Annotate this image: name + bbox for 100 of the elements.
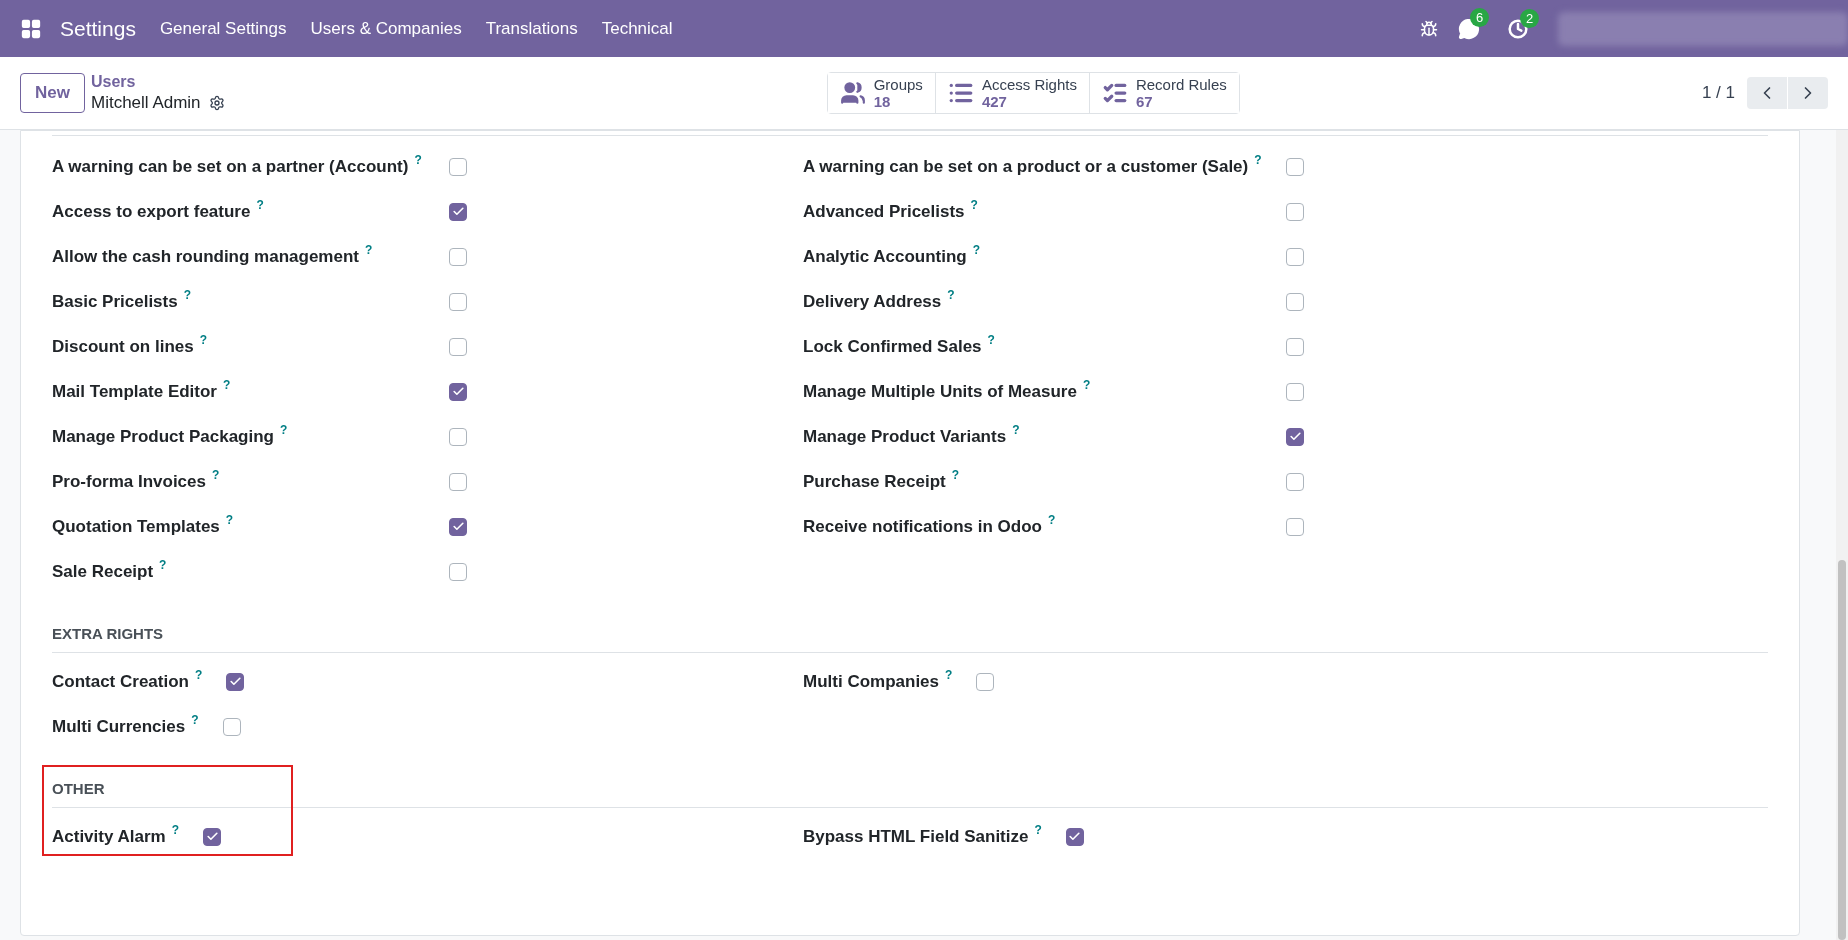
previous-button[interactable] — [1747, 77, 1787, 109]
checkbox[interactable] — [449, 157, 467, 176]
next-button[interactable] — [1788, 77, 1828, 109]
help-icon[interactable]: ? — [947, 288, 955, 301]
checkbox[interactable] — [1286, 157, 1304, 176]
bug-icon[interactable] — [1420, 19, 1438, 38]
field-label: Receive notifications in Odoo — [803, 515, 1042, 538]
help-icon[interactable]: ? — [1082, 378, 1091, 391]
help-icon[interactable]: ? — [987, 333, 995, 346]
checkbox[interactable] — [449, 562, 467, 581]
gear-icon[interactable] — [208, 95, 225, 111]
help-icon[interactable]: ? — [365, 243, 373, 256]
message-count-badge: 6 — [1470, 7, 1490, 27]
help-icon[interactable]: ? — [191, 713, 199, 726]
field-label: Advanced Pricelists — [803, 200, 965, 223]
field-label: Bypass HTML Field Sanitize — [803, 825, 1029, 848]
checkbox[interactable] — [976, 672, 995, 691]
help-icon[interactable]: ? — [223, 378, 231, 391]
help-icon[interactable]: ? — [970, 198, 978, 211]
checkbox[interactable] — [1286, 517, 1304, 536]
check-icon — [1288, 430, 1302, 443]
checkbox[interactable] — [449, 427, 467, 446]
field-label: Multi Currencies — [52, 715, 186, 738]
help-icon[interactable]: ? — [1034, 823, 1042, 836]
smart-button-label: Groups — [873, 76, 923, 93]
help-icon[interactable]: ? — [945, 668, 953, 681]
activity-count-badge: 2 — [1520, 8, 1540, 28]
checkbox[interactable] — [1286, 382, 1304, 401]
checkbox[interactable] — [203, 827, 222, 846]
field-label: Manage Multiple Units of Measure — [803, 380, 1077, 403]
checkbox[interactable] — [1286, 202, 1304, 221]
checkbox[interactable] — [449, 202, 467, 221]
help-icon[interactable]: ? — [951, 468, 960, 481]
users-icon — [839, 80, 866, 106]
checkbox[interactable] — [222, 717, 241, 736]
checkbox[interactable] — [1286, 247, 1304, 266]
check-icon — [228, 675, 242, 688]
field-label: Sale Receipt — [52, 560, 154, 583]
field-label: Access to export feature — [52, 200, 251, 223]
help-icon[interactable]: ? — [972, 243, 981, 256]
breadcrumb-link[interactable]: Users — [90, 72, 225, 92]
field-label: Mail Template Editor — [52, 380, 217, 403]
field-label: Manage Product Variants — [803, 425, 1007, 448]
help-icon[interactable]: ? — [1012, 423, 1020, 436]
help-icon[interactable]: ? — [159, 558, 167, 571]
checkbox[interactable] — [449, 247, 467, 266]
record-title: Mitchell Admin — [90, 92, 201, 114]
app-menu-icon[interactable] — [20, 17, 42, 40]
section-title: EXTRA RIGHTS — [52, 625, 164, 642]
checkbox[interactable] — [449, 472, 467, 491]
field-label: Lock Confirmed Sales — [803, 335, 982, 358]
field-label: A warning can be set on a partner (Account) — [52, 155, 409, 178]
help-icon[interactable]: ? — [225, 513, 234, 526]
help-icon[interactable]: ? — [212, 468, 220, 481]
help-icon[interactable]: ? — [183, 288, 192, 301]
smart-button-count: 18 — [873, 93, 891, 110]
help-icon[interactable]: ? — [199, 333, 208, 346]
help-icon[interactable]: ? — [280, 423, 288, 436]
checkbox[interactable] — [449, 517, 467, 536]
smart-button-label: Access Rights — [981, 76, 1077, 93]
help-icon[interactable]: ? — [414, 153, 422, 166]
clock-icon[interactable] — [1508, 18, 1528, 39]
field-label: Analytic Accounting — [803, 245, 967, 268]
field-label: Quotation Templates — [52, 515, 220, 538]
checkbox[interactable] — [1286, 472, 1304, 491]
help-icon[interactable]: ? — [171, 823, 180, 836]
menu-item[interactable]: Translations — [485, 15, 578, 42]
checkbox[interactable] — [1065, 827, 1084, 846]
section-title: OTHER — [52, 780, 105, 797]
smart-button-label: Record Rules — [1135, 76, 1227, 93]
help-icon[interactable]: ? — [194, 668, 203, 681]
menu-item[interactable]: Users & Companies — [310, 15, 462, 42]
check-icon — [451, 520, 465, 533]
smart-button-count: 427 — [981, 93, 1007, 110]
check-icon — [451, 205, 465, 218]
checkbox[interactable] — [449, 292, 467, 311]
checkbox[interactable] — [449, 337, 467, 356]
field-label: Discount on lines — [52, 335, 194, 358]
help-icon[interactable]: ? — [1048, 513, 1056, 526]
field-label: Activity Alarm — [52, 825, 166, 848]
field-label: A warning can be set on a product or a customer (Sale) — [803, 155, 1249, 178]
checkbox[interactable] — [1286, 337, 1304, 356]
field-label: Purchase Receipt — [803, 470, 946, 493]
checkbox[interactable] — [1286, 427, 1304, 446]
field-label: Basic Pricelists — [52, 290, 178, 313]
help-icon[interactable]: ? — [1254, 153, 1262, 166]
new-button[interactable]: New — [20, 73, 85, 113]
field-label: Pro-forma Invoices — [52, 470, 206, 493]
checkbox[interactable] — [449, 382, 467, 401]
help-icon[interactable]: ? — [256, 198, 264, 211]
menu-item[interactable]: General Settings — [159, 15, 287, 42]
smart-button-count: 67 — [1135, 93, 1153, 110]
checkbox[interactable] — [1286, 292, 1304, 311]
pager-value: 1 / 1 — [1701, 82, 1735, 105]
app-title[interactable]: Settings — [60, 12, 136, 45]
smart-button[interactable]: Record Rules 67 — [1088, 73, 1239, 113]
menu-item[interactable]: Technical — [601, 15, 673, 42]
checkbox[interactable] — [226, 672, 245, 691]
field-label: Allow the cash rounding management — [52, 245, 359, 268]
check-icon — [451, 385, 465, 398]
